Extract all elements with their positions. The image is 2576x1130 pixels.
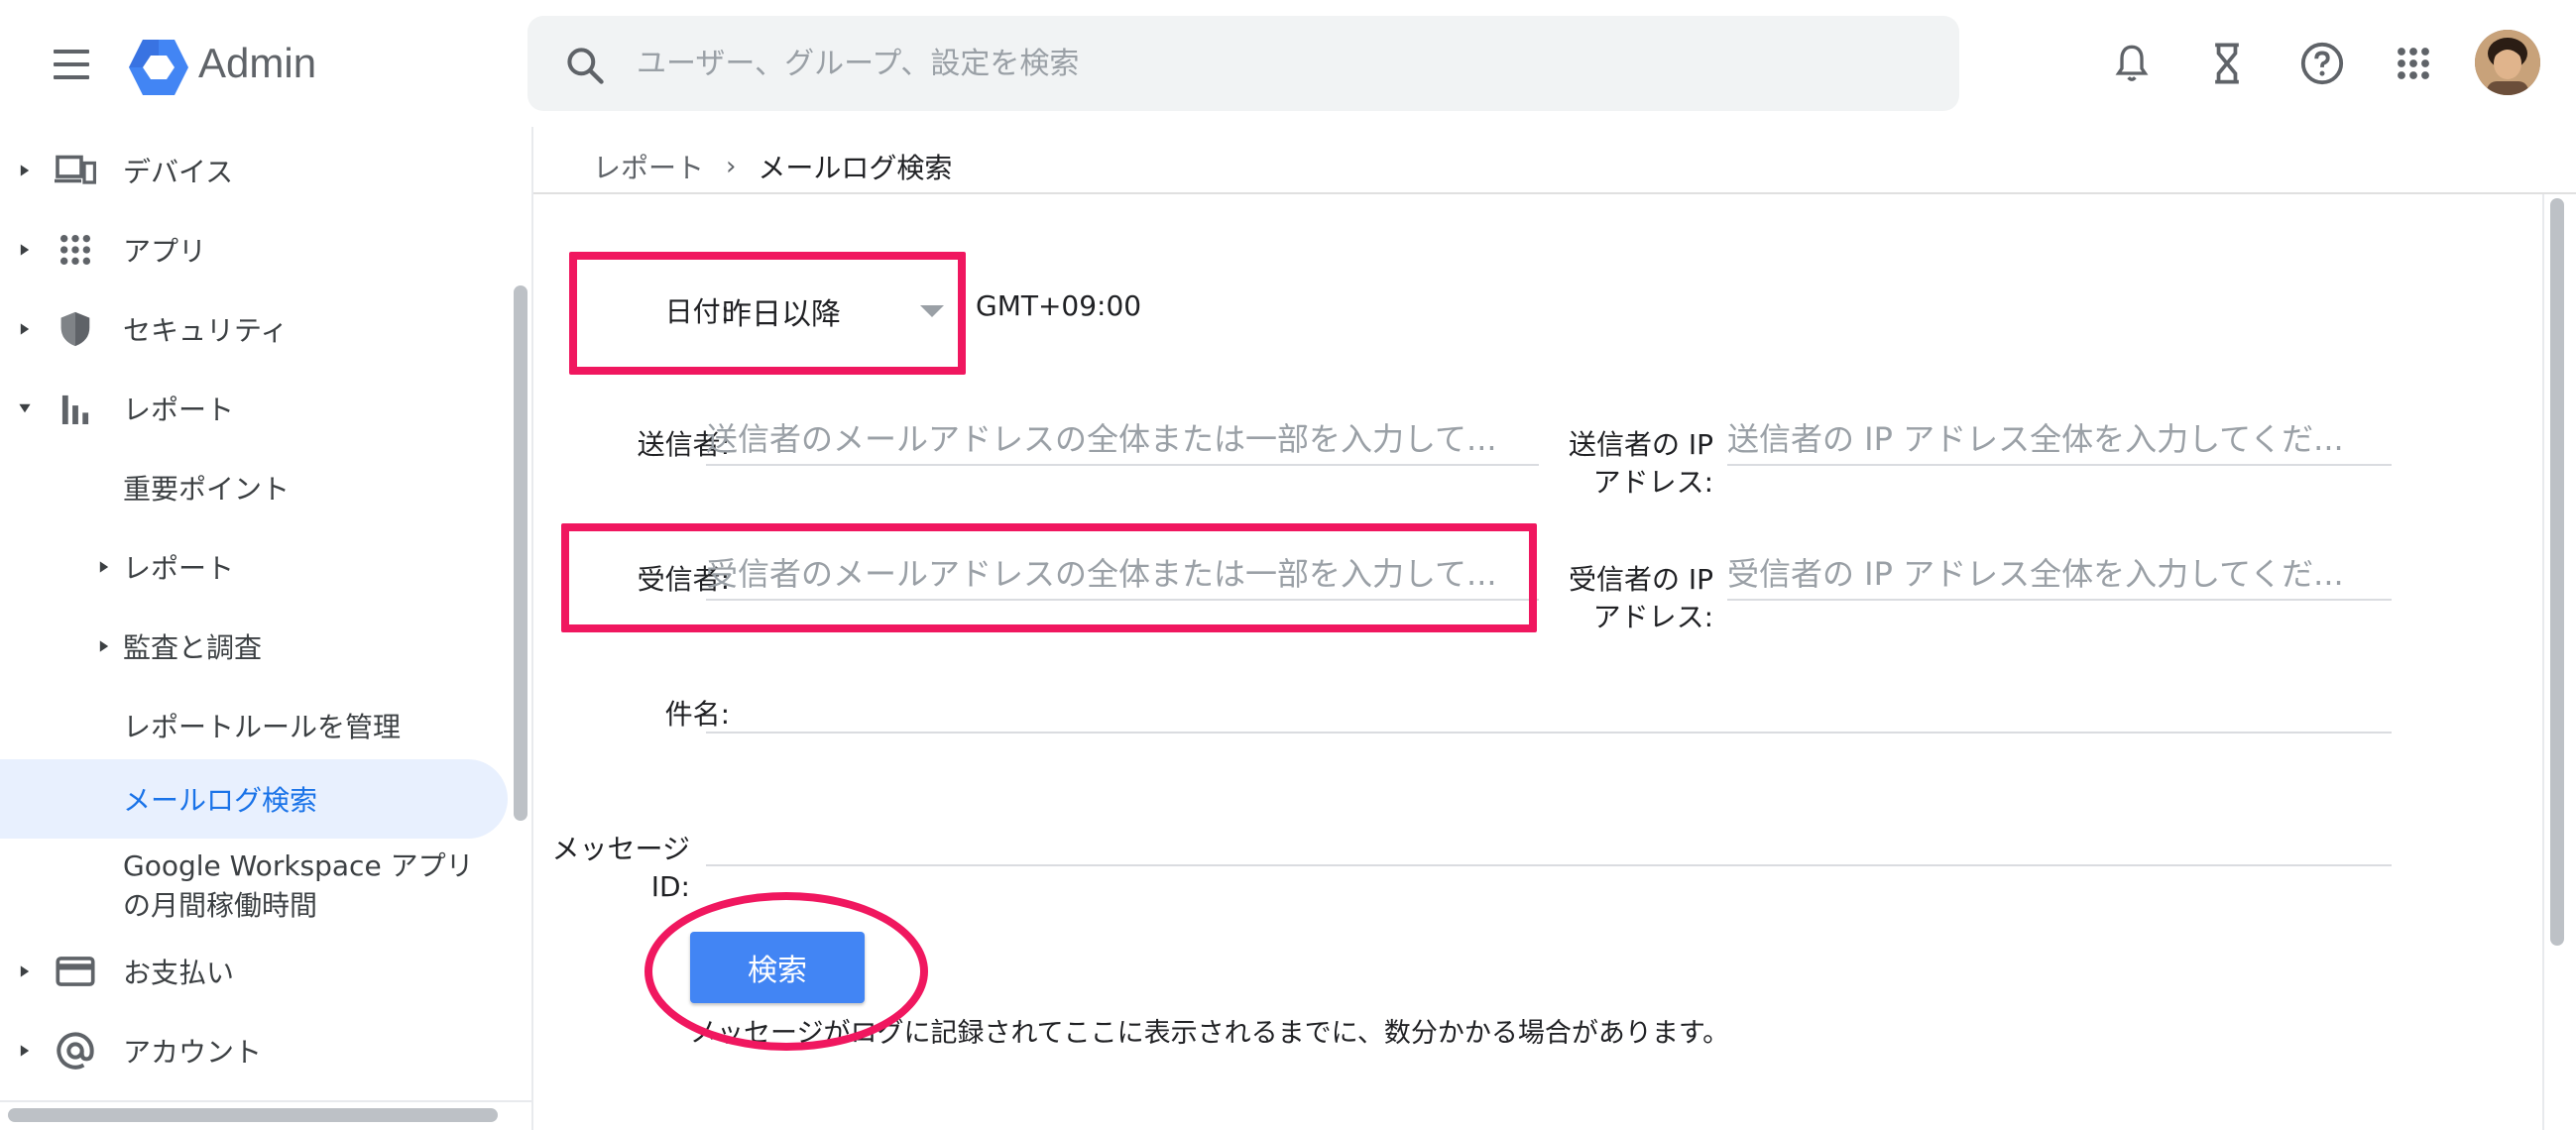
caret-right-icon[interactable] <box>18 243 32 257</box>
search-icon[interactable] <box>563 44 607 87</box>
divider <box>2542 194 2544 1130</box>
recipient-ip-label-line1: 受信者の IP <box>1568 563 1713 596</box>
recipient-ip-label-line2: アドレス: <box>1592 601 1713 633</box>
main-content: レポート › メールログ検索 日付: 昨日以降 GMT+09:00 送信者: 送… <box>533 127 2576 1130</box>
sidebar: デバイス アプリ セキュリティ レポート 重要ポイント レポート 監査と調査 レ… <box>0 127 533 1130</box>
message-id-label-line2: ID: <box>650 870 690 903</box>
sidebar-item-label: メールログ検索 <box>123 784 318 817</box>
recipient-input[interactable] <box>706 549 1539 601</box>
divider <box>533 192 2576 194</box>
at-sign-icon <box>54 1029 97 1073</box>
sidebar-item-workspace-uptime[interactable]: Google Workspace アプリの月間稼働時間 <box>0 839 508 934</box>
sidebar-item-label: 重要ポイント <box>123 473 291 506</box>
sidebar-item-reports-sub[interactable]: レポート <box>0 527 508 607</box>
message-id-input[interactable] <box>706 815 2392 866</box>
sidebar-item-reports[interactable]: レポート <box>0 369 508 448</box>
caret-right-icon[interactable] <box>97 639 111 653</box>
sidebar-item-label: レポート <box>123 552 235 585</box>
app-title[interactable]: Admin <box>198 36 316 91</box>
chevron-right-icon: › <box>726 152 737 181</box>
info-note: メッセージがログに記録されてここに表示されるまでに、数分かかる場合があります。 <box>690 1018 1730 1049</box>
bell-icon[interactable] <box>2104 36 2160 91</box>
sidebar-item-devices[interactable]: デバイス <box>0 131 508 210</box>
sidebar-item-label: お支払い <box>123 957 235 989</box>
sidebar-item-security[interactable]: セキュリティ <box>0 289 508 369</box>
sidebar-item-apps[interactable]: アプリ <box>0 210 508 289</box>
sidebar-item-highlights[interactable]: 重要ポイント <box>0 448 508 527</box>
date-label: 日付: <box>664 295 730 328</box>
date-select[interactable]: 昨日以降 <box>722 282 950 341</box>
sidebar-item-label: Google Workspace アプリの月間稼働時間 <box>123 849 474 922</box>
devices-icon <box>54 149 97 192</box>
sidebar-item-account[interactable]: アカウント <box>0 1011 508 1090</box>
caret-down-icon[interactable] <box>18 401 32 415</box>
apps-grid-icon <box>54 228 97 272</box>
sidebar-item-label: アカウント <box>123 1036 263 1069</box>
menu-icon[interactable] <box>52 44 91 83</box>
recipient-ip-label: 受信者の IP アドレス: <box>1555 561 1713 636</box>
sidebar-item-label: レポートルールを管理 <box>123 711 402 743</box>
sidebar-item-label: デバイス <box>123 156 234 188</box>
dropdown-arrow-icon <box>920 305 944 317</box>
search-input[interactable] <box>637 34 1906 93</box>
bar-chart-icon <box>54 387 97 430</box>
sidebar-item-label: セキュリティ <box>123 314 289 347</box>
caret-right-icon[interactable] <box>97 560 111 574</box>
breadcrumb-current: メールログ検索 <box>758 152 953 184</box>
credit-card-icon <box>54 950 97 993</box>
sender-ip-label: 送信者の IP アドレス: <box>1555 426 1713 502</box>
sender-ip-label-line2: アドレス: <box>1592 466 1713 499</box>
caret-right-icon[interactable] <box>18 164 32 177</box>
hourglass-icon[interactable] <box>2199 36 2255 91</box>
top-bar: Admin <box>0 0 2576 127</box>
sender-ip-input[interactable] <box>1727 414 2392 466</box>
caret-right-icon[interactable] <box>18 1044 32 1058</box>
apps-grid-icon[interactable] <box>2386 36 2441 91</box>
caret-right-icon[interactable] <box>18 964 32 978</box>
admin-logo-icon <box>129 40 188 95</box>
search-bar[interactable] <box>527 16 1959 111</box>
sidebar-item-report-rules[interactable]: レポートルールを管理 <box>0 686 508 765</box>
search-button[interactable]: 検索 <box>690 932 865 1003</box>
sidebar-item-audit[interactable]: 監査と調査 <box>0 607 508 686</box>
sidebar-item-label: レポート <box>123 394 235 426</box>
message-id-label: メッセージ ID: <box>533 831 690 906</box>
recipient-ip-input[interactable] <box>1727 549 2392 601</box>
divider <box>0 1100 533 1102</box>
date-select-value: 昨日以降 <box>722 297 841 332</box>
sidebar-item-billing[interactable]: お支払い <box>0 932 508 1011</box>
main-scrollbar[interactable] <box>2550 198 2564 946</box>
sidebar-horizontal-scrollbar[interactable] <box>8 1108 498 1122</box>
shield-icon <box>54 307 97 351</box>
help-icon[interactable] <box>2294 36 2350 91</box>
sidebar-scrollbar[interactable] <box>514 285 527 821</box>
sender-ip-label-line1: 送信者の IP <box>1568 428 1713 461</box>
sender-input[interactable] <box>706 414 1539 466</box>
sidebar-item-email-log-search[interactable]: メールログ検索 <box>0 759 508 839</box>
caret-right-icon[interactable] <box>18 322 32 336</box>
avatar[interactable] <box>2475 30 2540 95</box>
sidebar-item-label: 監査と調査 <box>123 631 263 664</box>
subject-input[interactable] <box>706 682 2392 734</box>
timezone-label: GMT+09:00 <box>976 289 1142 322</box>
message-id-label-line1: メッセージ <box>551 833 690 865</box>
sidebar-item-label: アプリ <box>123 235 207 268</box>
breadcrumb: レポート › メールログ検索 <box>593 139 952 194</box>
breadcrumb-reports-link[interactable]: レポート <box>593 147 704 186</box>
